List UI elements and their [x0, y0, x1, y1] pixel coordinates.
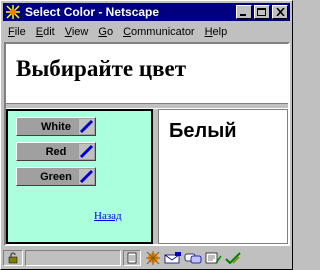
- menu-view[interactable]: View: [60, 26, 94, 38]
- browser-window: Select Color - Netscape File Edit View G…: [0, 0, 293, 270]
- close-button[interactable]: [272, 5, 288, 19]
- red-button-label: Red: [45, 145, 67, 158]
- menu-file[interactable]: File: [3, 26, 31, 38]
- status-progress: [25, 250, 121, 266]
- arrow-icon: [79, 119, 94, 134]
- menu-edit[interactable]: Edit: [31, 26, 60, 38]
- status-document: [123, 250, 141, 266]
- page-content: Выбирайте цвет White Red Green Назад Бел…: [4, 42, 290, 246]
- title-bar: Select Color - Netscape: [3, 3, 290, 21]
- close-icon: [275, 8, 285, 16]
- page-heading: Выбирайте цвет: [16, 56, 187, 81]
- white-button-label: White: [41, 120, 71, 133]
- maximize-icon: [257, 7, 266, 16]
- menu-bar: File Edit View Go Communicator Help: [3, 22, 290, 41]
- window-title: Select Color - Netscape: [25, 5, 160, 19]
- menu-help[interactable]: Help: [200, 26, 233, 38]
- composer-button[interactable]: [203, 250, 223, 266]
- arrow-icon: [79, 144, 94, 159]
- maximize-button[interactable]: [254, 5, 270, 19]
- security-indicator[interactable]: [3, 250, 23, 266]
- white-button[interactable]: White: [16, 117, 96, 136]
- document-icon: [127, 252, 137, 264]
- navigator-button[interactable]: [143, 250, 163, 266]
- selected-color-name: Белый: [169, 120, 237, 142]
- chat-icon: [184, 253, 202, 264]
- green-button[interactable]: Green: [16, 167, 96, 186]
- right-frame: Белый: [158, 109, 288, 244]
- security-lock-icon: [8, 252, 18, 264]
- checkmark-icon: [225, 252, 241, 265]
- navigator-icon: [146, 251, 160, 265]
- menu-communicator[interactable]: Communicator: [118, 26, 200, 38]
- back-link[interactable]: Назад: [94, 210, 122, 222]
- arrow-icon: [79, 169, 94, 184]
- chat-button[interactable]: [183, 250, 203, 266]
- top-frame: Выбирайте цвет: [6, 44, 288, 103]
- status-bar: [3, 248, 290, 268]
- left-frame: White Red Green Назад: [6, 109, 153, 244]
- minimize-icon: [240, 14, 246, 16]
- green-button-label: Green: [40, 170, 72, 183]
- red-button[interactable]: Red: [16, 142, 96, 161]
- mail-icon: [164, 252, 181, 264]
- done-indicator: [223, 250, 243, 266]
- mail-button[interactable]: [163, 250, 183, 266]
- minimize-button[interactable]: [236, 5, 252, 19]
- menu-go[interactable]: Go: [93, 26, 118, 38]
- netscape-icon: [5, 4, 21, 20]
- composer-icon: [205, 252, 222, 264]
